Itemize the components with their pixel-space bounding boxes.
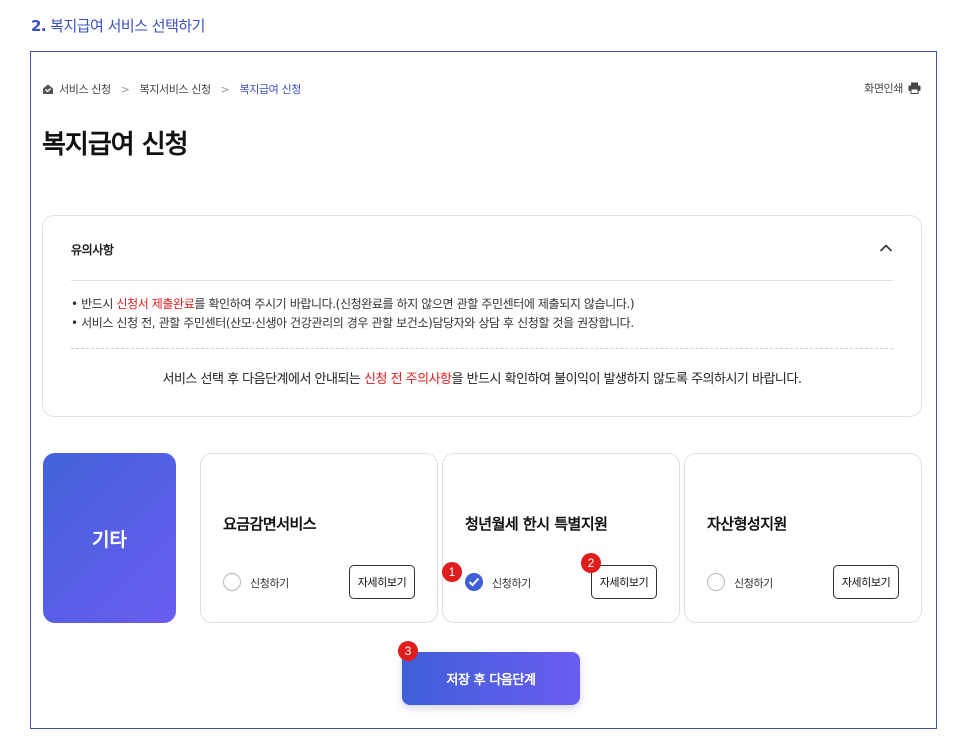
category-label: 기타 bbox=[43, 453, 176, 623]
notice-panel: 유의사항 반드시 신청서 제출완료를 확인하여 주시기 바랍니다.(신청완료를 … bbox=[42, 215, 922, 417]
printer-icon bbox=[908, 82, 921, 94]
apply-label[interactable]: 신청하기 bbox=[734, 575, 773, 591]
detail-button[interactable]: 자세히보기 bbox=[349, 565, 415, 599]
apply-label[interactable]: 신청하기 bbox=[250, 575, 289, 591]
notice-highlight: 신청서 제출완료 bbox=[116, 297, 195, 311]
save-next-button[interactable]: 저장 후 다음단계 bbox=[402, 652, 580, 705]
screenshot-frame: 서비스 신청 > 복지서비스 신청 > 복지급여 신청 화면인쇄 복지급여 신청… bbox=[30, 51, 937, 729]
service-title: 청년월세 한시 특별지원 bbox=[465, 515, 608, 533]
breadcrumb-item-service-apply[interactable]: 서비스 신청 bbox=[59, 81, 111, 97]
service-card-youth-rent: 청년월세 한시 특별지원 신청하기 자세히보기 bbox=[442, 453, 680, 623]
apply-radio-checked[interactable] bbox=[465, 573, 483, 591]
step-title: 2. 복지급여 서비스 선택하기 bbox=[31, 15, 205, 36]
breadcrumb: 서비스 신청 > 복지서비스 신청 > 복지급여 신청 bbox=[42, 81, 301, 97]
detail-button[interactable]: 자세히보기 bbox=[833, 565, 899, 599]
chevron-up-icon[interactable] bbox=[879, 243, 893, 253]
check-icon bbox=[468, 577, 480, 587]
apply-radio[interactable] bbox=[223, 573, 241, 591]
breadcrumb-separator: > bbox=[220, 82, 230, 96]
print-label: 화면인쇄 bbox=[864, 82, 903, 95]
print-button[interactable]: 화면인쇄 bbox=[864, 80, 921, 96]
service-title: 자산형성지원 bbox=[707, 515, 787, 533]
step-marker-2: 2 bbox=[581, 553, 601, 573]
breadcrumb-item-welfare-service[interactable]: 복지서비스 신청 bbox=[140, 81, 212, 97]
notice-footer: 서비스 선택 후 다음단계에서 안내되는 신청 전 주의사항을 반드시 확인하여… bbox=[162, 372, 802, 387]
notice-list: 반드시 신청서 제출완료를 확인하여 주시기 바랍니다.(신청완료를 하지 않으… bbox=[71, 295, 634, 333]
breadcrumb-separator: > bbox=[120, 82, 130, 96]
service-title: 요금감면서비스 bbox=[223, 515, 317, 533]
step-number: 2. bbox=[31, 17, 47, 35]
notice-footer-highlight: 신청 전 주의사항 bbox=[364, 372, 452, 387]
apply-label[interactable]: 신청하기 bbox=[492, 575, 531, 591]
notice-dashed-divider bbox=[71, 348, 893, 349]
notice-divider bbox=[71, 280, 893, 281]
notice-item: 서비스 신청 전, 관할 주민센터(산모·신생아 건강관리의 경우 관할 보건소… bbox=[71, 314, 634, 333]
notice-title: 유의사항 bbox=[71, 243, 114, 257]
step-marker-1: 1 bbox=[442, 562, 462, 582]
notice-item: 반드시 신청서 제출완료를 확인하여 주시기 바랍니다.(신청완료를 하지 않으… bbox=[71, 295, 634, 314]
service-card-fee-reduction: 요금감면서비스 신청하기 자세히보기 bbox=[200, 453, 438, 623]
page-title: 복지급여 신청 bbox=[42, 130, 189, 160]
step-marker-3: 3 bbox=[398, 641, 418, 661]
apply-radio[interactable] bbox=[707, 573, 725, 591]
step-title-text: 복지급여 서비스 선택하기 bbox=[50, 17, 205, 35]
service-card-asset-building: 자산형성지원 신청하기 자세히보기 bbox=[684, 453, 922, 623]
detail-button[interactable]: 자세히보기 bbox=[591, 565, 657, 599]
home-icon[interactable] bbox=[42, 83, 54, 95]
breadcrumb-item-current: 복지급여 신청 bbox=[239, 83, 302, 96]
